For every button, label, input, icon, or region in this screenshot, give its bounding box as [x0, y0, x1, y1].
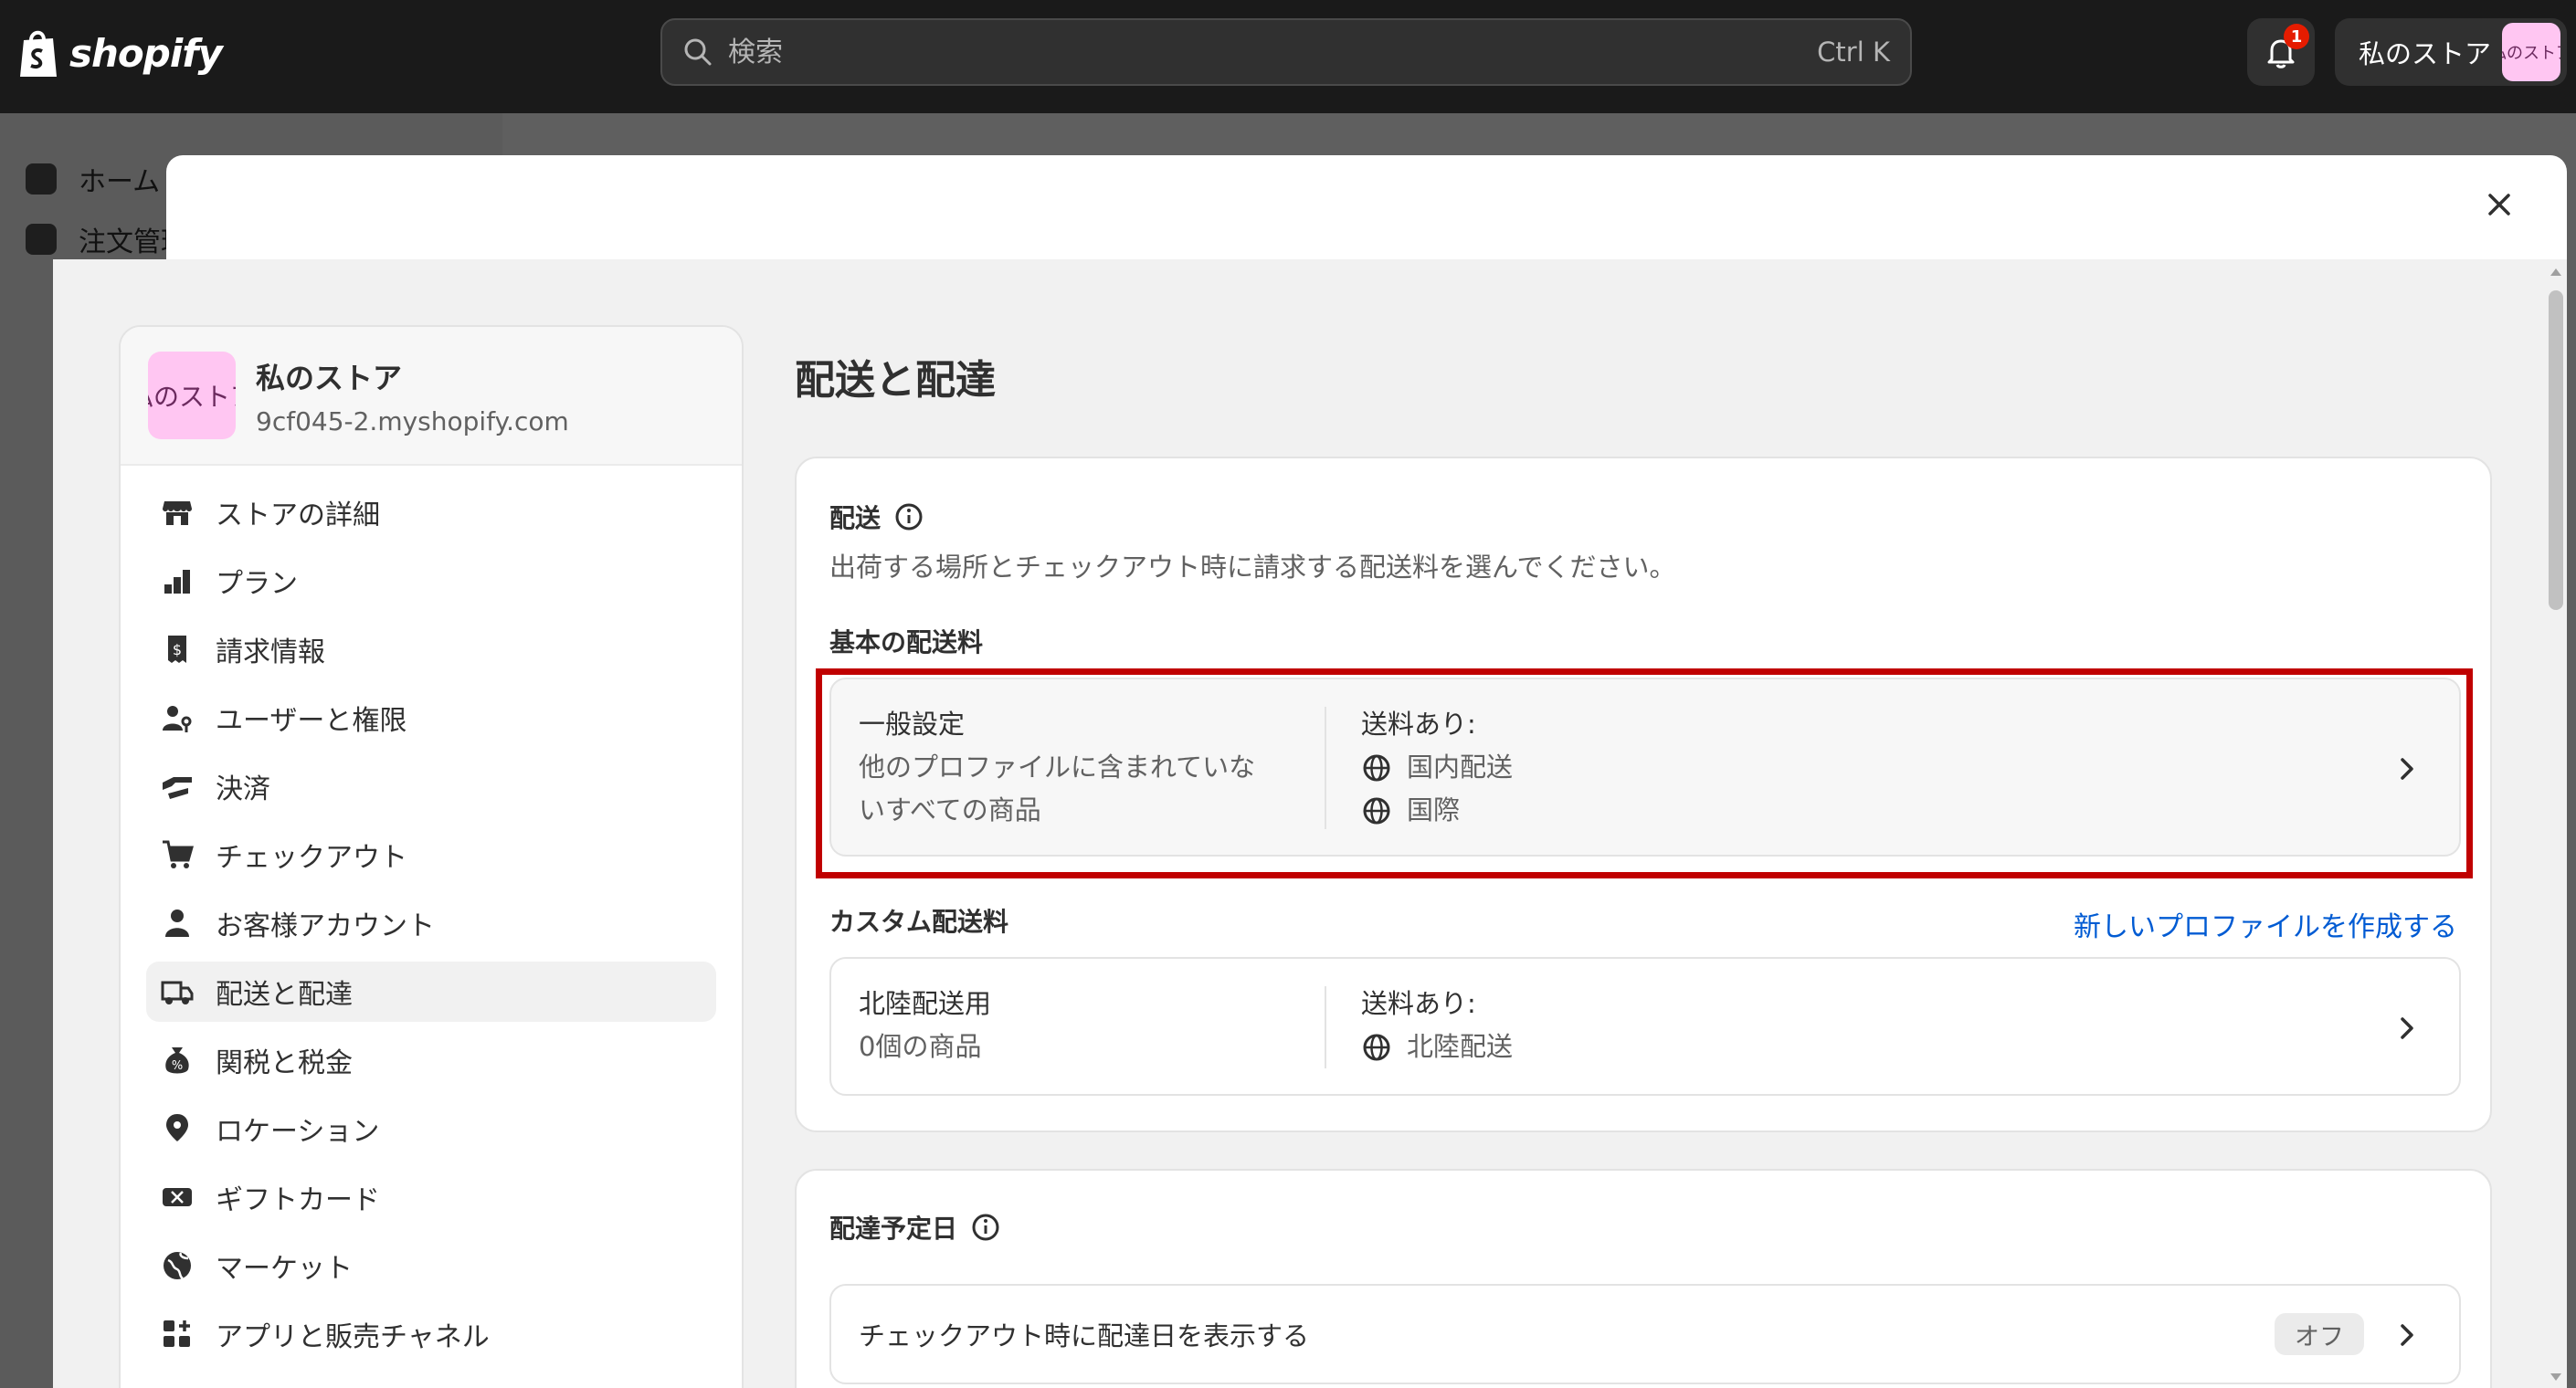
notifications-button[interactable]: 1 — [2247, 18, 2315, 86]
zone-item: 北陸配送 — [1361, 1025, 1513, 1068]
tax-icon: % — [165, 1047, 189, 1074]
scroll-up-arrow[interactable] — [2550, 268, 2561, 276]
highlight-box — [816, 668, 2473, 878]
nav-item-label: 関税と税金 — [216, 1047, 353, 1079]
delivery-date-section-title: 配達予定日 — [829, 1209, 1001, 1246]
logo-text: shopify — [69, 30, 223, 76]
scroll-down-arrow[interactable] — [2550, 1373, 2561, 1381]
chevron-right-icon — [2401, 1324, 2413, 1346]
shipping-section-title: 配送 — [829, 499, 924, 535]
create-profile-link[interactable]: 新しいプロファイルを作成する — [2074, 904, 2457, 944]
close-button[interactable] — [2477, 183, 2521, 226]
settings-nav-item-customer-accounts[interactable]: お客様アカウント — [146, 893, 716, 953]
nav-item-label: お客様アカウント — [216, 910, 435, 942]
admin-sidebar-label: ホーム — [79, 166, 161, 198]
nav-item-label: 請求情報 — [216, 636, 325, 668]
chevron-right-icon — [2401, 1017, 2413, 1039]
gift-card-icon — [163, 1188, 192, 1206]
settings-nav-item-locations[interactable]: ロケーション — [146, 1099, 716, 1159]
shopify-logo[interactable]: shopify — [16, 26, 223, 80]
globe-icon — [164, 1252, 191, 1280]
globe-icon — [1363, 1034, 1390, 1060]
receipt-icon: $ — [168, 636, 186, 663]
custom-profile-desc: 0個の商品 — [859, 1031, 982, 1062]
settings-nav-item-shipping[interactable]: 配送と配達 — [146, 962, 716, 1022]
custom-profile-row[interactable]: 北陸配送用 0個の商品 送料あり: 北陸配送 — [829, 957, 2461, 1096]
settings-nav-item-users[interactable]: ユーザーと権限 — [146, 688, 716, 748]
settings-nav-item-checkout[interactable]: チェックアウト — [146, 825, 716, 885]
custom-profile-rates: 送料あり: 北陸配送 — [1361, 983, 1513, 1068]
user-key-icon — [163, 706, 192, 732]
settings-nav-item-store-details[interactable]: ストアの詳細 — [146, 482, 716, 542]
settings-nav-item-markets[interactable]: マーケット — [146, 1236, 716, 1296]
nav-item-label: アプリと販売チャネル — [216, 1321, 490, 1353]
location-icon — [166, 1114, 188, 1141]
search-shortcut: Ctrl K — [1817, 37, 1890, 68]
inbox-icon — [26, 224, 57, 255]
modal-scrollbar[interactable] — [2545, 265, 2567, 1388]
shipping-title-text: 配送 — [829, 503, 882, 533]
rates-label: 送料あり: — [1361, 988, 1476, 1019]
search-icon — [684, 38, 712, 66]
svg-text:%: % — [172, 1059, 183, 1073]
settings-nav-list: ストアの詳細 プラン $ 請求情報 ユーザーと権限 決済 チェックアウト お客様… — [121, 466, 742, 1364]
column-divider — [1325, 986, 1326, 1068]
cart-icon — [163, 840, 194, 868]
admin-sidebar-item-orders[interactable]: 注文管理 — [26, 219, 188, 259]
delivery-date-row[interactable]: チェックアウト時に配達日を表示する オフ — [829, 1284, 2461, 1384]
settings-nav-item-payments[interactable]: 決済 — [146, 756, 716, 816]
custom-profile-info: 北陸配送用 0個の商品 — [859, 983, 1315, 1068]
nav-item-label: ロケーション — [216, 1116, 380, 1148]
nav-item-label: チェックアウト — [216, 842, 407, 874]
nav-item-label: プラン — [216, 568, 298, 600]
delivery-date-row-label: チェックアウト時に配達日を表示する — [859, 1320, 1310, 1351]
top-bar: shopify Ctrl K 1 私のストア 私のストア — [0, 0, 2576, 113]
store-avatar: 私のストア — [148, 352, 236, 439]
settings-store-header: 私のストア 私のストア 9cf045-2.myshopify.com — [121, 327, 742, 466]
svg-text:$: $ — [173, 641, 182, 658]
nav-item-label: 決済 — [216, 773, 270, 805]
home-icon — [26, 163, 57, 195]
settings-nav-item-billing[interactable]: $ 請求情報 — [146, 619, 716, 679]
search-bar[interactable]: Ctrl K — [660, 18, 1912, 86]
zone-name: 北陸配送 — [1407, 1031, 1514, 1062]
settings-nav-item-taxes[interactable]: % 関税と税金 — [146, 1030, 716, 1090]
plan-icon — [164, 570, 190, 594]
nav-item-label: マーケット — [216, 1253, 353, 1285]
info-icon[interactable] — [970, 1212, 1001, 1243]
info-icon[interactable] — [893, 501, 924, 532]
payment-icon — [163, 777, 192, 799]
truck-icon — [161, 981, 194, 1004]
nav-item-label: ユーザーと権限 — [216, 705, 407, 737]
custom-profile-name: 北陸配送用 — [859, 988, 992, 1019]
settings-nav-item-plan[interactable]: プラン — [146, 551, 716, 611]
settings-store-url: 9cf045-2.myshopify.com — [256, 405, 569, 436]
delivery-date-title: 配達予定日 — [829, 1214, 958, 1244]
scroll-thumb[interactable] — [2549, 290, 2563, 610]
settings-nav-item-gift-cards[interactable]: ギフトカード — [146, 1167, 716, 1227]
page-title: 配送と配達 — [795, 357, 996, 404]
nav-item-label: ギフトカード — [216, 1184, 380, 1216]
settings-store-name: 私のストア — [256, 360, 403, 395]
store-avatar: 私のストア — [2502, 23, 2561, 81]
settings-nav: 私のストア 私のストア 9cf045-2.myshopify.com ストアの詳… — [119, 325, 744, 1388]
admin-sidebar-item-home[interactable]: ホーム — [26, 159, 160, 199]
general-rates-title: 基本の配送料 — [829, 627, 984, 657]
close-icon — [2488, 194, 2510, 216]
status-badge: オフ — [2275, 1313, 2364, 1355]
store-icon — [163, 501, 192, 525]
search-input[interactable] — [728, 36, 1818, 68]
shipping-description: 出荷する場所とチェックアウト時に請求する配送料を選んでください。 — [829, 552, 1676, 583]
apps-icon — [164, 1320, 190, 1347]
delivery-date-card: 配達予定日 チェックアウト時に配達日を表示する オフ — [795, 1169, 2492, 1388]
nav-item-label: 配送と配達 — [216, 979, 353, 1011]
nav-item-label: ストアの詳細 — [216, 499, 380, 531]
store-name: 私のストア — [2359, 38, 2492, 69]
person-icon — [165, 910, 189, 937]
shopify-bag-icon — [20, 30, 57, 77]
notification-badge: 1 — [2284, 24, 2309, 49]
custom-rates-title: カスタム配送料 — [829, 907, 1009, 937]
store-menu-button[interactable]: 私のストア 私のストア — [2335, 18, 2567, 86]
settings-nav-item-apps[interactable]: アプリと販売チャネル — [146, 1304, 716, 1364]
